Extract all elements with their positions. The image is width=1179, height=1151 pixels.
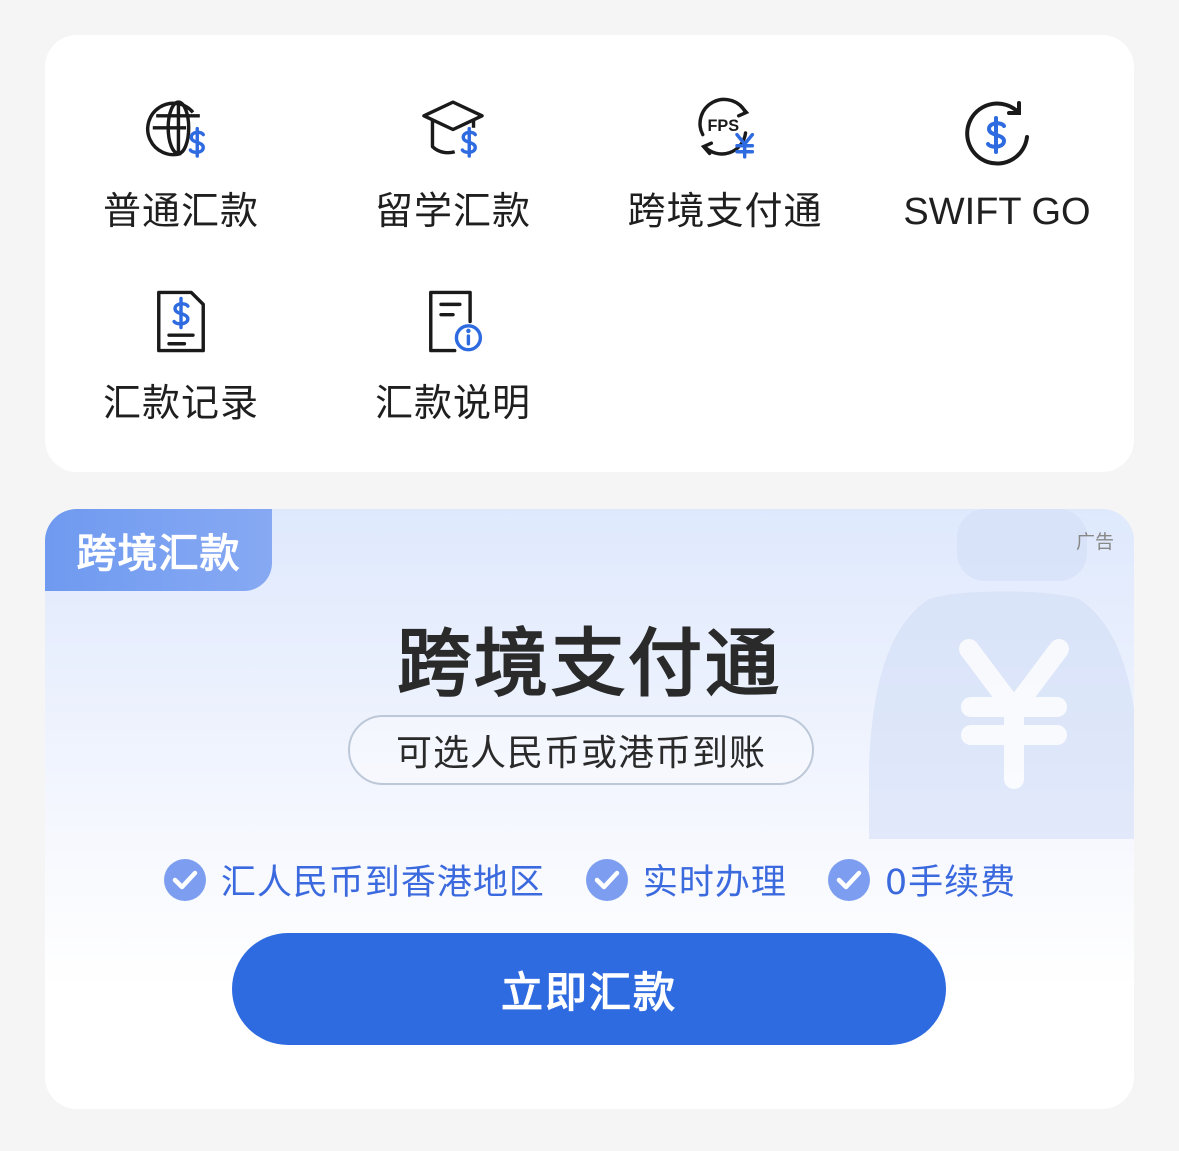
graduation-cap-dollar-icon: [422, 100, 484, 158]
menu-item-label: 汇款说明: [374, 381, 531, 425]
feature-item: 实时办理: [585, 854, 787, 905]
feature-list: 汇人民币到香港地区 实时办理 0手续费: [45, 854, 1134, 905]
promo-category-tag: 跨境汇款: [45, 509, 272, 591]
promo-title: 跨境支付通: [397, 621, 782, 707]
menu-item-study-abroad-remittance[interactable]: 留学汇款: [317, 75, 589, 235]
circular-dollar-icon: [965, 101, 1029, 166]
menu-item-label: 留学汇款: [374, 189, 531, 233]
menu-item-label: SWIFT GO: [903, 191, 1091, 233]
menu-item-label: 普通汇款: [102, 189, 259, 233]
ad-label: 广告: [1075, 531, 1114, 553]
remittance-menu-card: 普通汇款 留学汇款 FPS 跨境支付通 SWIFT GO 汇款记录 汇款说明: [45, 35, 1134, 472]
feature-item: 0手续费: [827, 854, 1016, 905]
globe-dollar-icon: [146, 100, 205, 158]
menu-item-regular-remittance[interactable]: 普通汇款: [45, 75, 317, 235]
promo-subtitle-pill: 可选人民币或港币到账: [348, 715, 814, 785]
menu-item-swift-go[interactable]: SWIFT GO: [861, 75, 1133, 235]
fps-yuan-icon: FPS: [698, 97, 755, 159]
menu-item-label: 汇款记录: [102, 381, 259, 425]
feature-text: 实时办理: [642, 863, 787, 903]
menu-item-label: 跨境支付通: [627, 189, 823, 233]
feature-item: 汇人民币到香港地区: [163, 854, 545, 905]
dollar-document-icon: [157, 290, 205, 353]
info-document-icon: [429, 290, 483, 353]
promo-banner[interactable]: 跨境汇款 广告 跨境支付通 可选人民币或港币到账 汇人民币到香港地区 实时办理 …: [45, 509, 1134, 1109]
menu-item-remittance-instructions[interactable]: 汇款说明: [317, 267, 589, 427]
check-circle-icon: [163, 858, 206, 901]
feature-text: 0手续费: [884, 863, 1017, 903]
check-circle-icon: [585, 858, 628, 901]
menu-item-remittance-records[interactable]: 汇款记录: [45, 267, 317, 427]
remit-now-button[interactable]: 立即汇款: [232, 933, 946, 1045]
menu-item-cross-border-payment[interactable]: FPS 跨境支付通: [589, 75, 861, 235]
check-circle-icon: [827, 858, 870, 901]
feature-text: 汇人民币到香港地区: [220, 863, 545, 903]
fps-badge-text: FPS: [707, 117, 739, 135]
